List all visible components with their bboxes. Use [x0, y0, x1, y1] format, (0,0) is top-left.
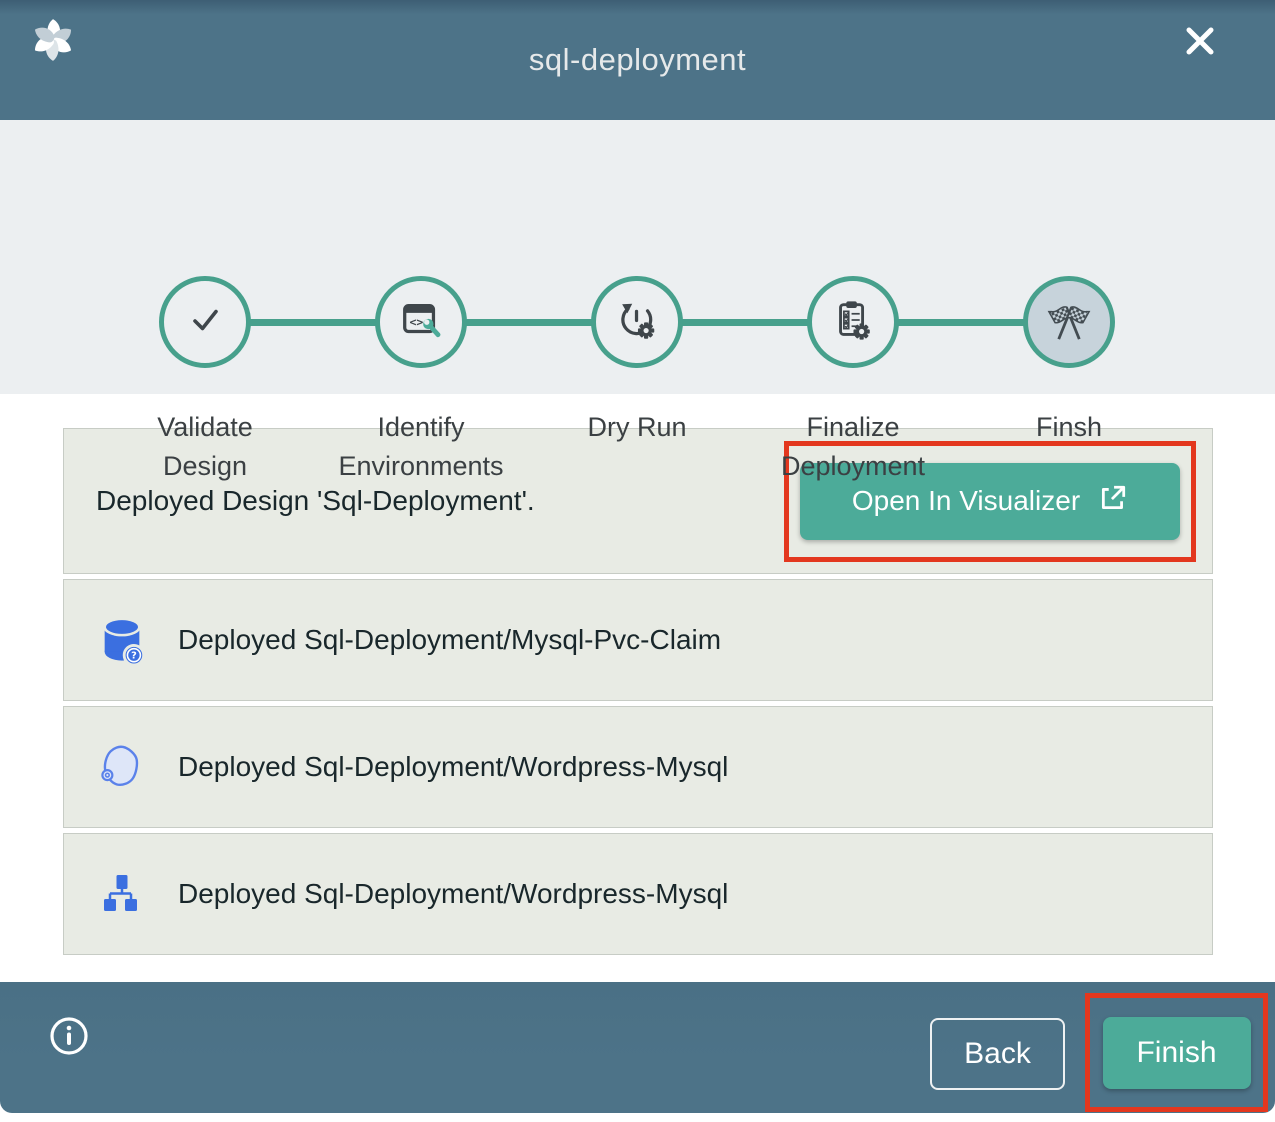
step-label: Identify Environments: [335, 408, 507, 486]
step-finish: Finsh: [961, 276, 1177, 486]
close-button[interactable]: [1177, 18, 1223, 64]
info-icon: [48, 1045, 90, 1060]
step-label: Validate Design: [119, 408, 291, 486]
step-circle: [591, 276, 683, 368]
step-dry-run: Dry Run: [529, 276, 745, 486]
pentagon-icon: [96, 741, 148, 793]
history-gear-icon: [614, 297, 660, 348]
deployment-wizard-modal: sql-deployment Validate Design: [0, 0, 1275, 1113]
tree-icon: [96, 870, 148, 918]
svg-text:?: ?: [131, 651, 137, 662]
step-label: Finsh: [1036, 408, 1102, 447]
step-circle: <>: [375, 276, 467, 368]
modal-title: sql-deployment: [0, 42, 1275, 78]
check-icon: [182, 297, 228, 348]
back-button[interactable]: Back: [930, 1018, 1065, 1090]
deployed-item-row: Deployed Sql-Deployment/Wordpress-Mysql: [63, 706, 1213, 828]
annotation-box-finish: Finish: [1085, 993, 1268, 1112]
deployed-item-text: Deployed Sql-Deployment/Wordpress-Mysql: [178, 751, 728, 783]
checkered-flags-icon: [1043, 294, 1095, 351]
step-finalize-deployment: Finalize Deployment: [745, 276, 961, 486]
clipboard-gear-icon: [830, 297, 876, 348]
svg-text:<>: <>: [410, 314, 424, 328]
finish-button[interactable]: Finish: [1103, 1017, 1251, 1089]
step-circle-active: [1023, 276, 1115, 368]
design-summary-text: Deployed Design 'Sql-Deployment'.: [96, 485, 535, 517]
deployed-item-row: ? Deployed Sql-Deployment/Mysql-Pvc-Clai…: [63, 579, 1213, 701]
deployed-item-text: Deployed Sql-Deployment/Mysql-Pvc-Claim: [178, 624, 721, 656]
step-validate-design: Validate Design: [97, 276, 313, 486]
step-circle: [807, 276, 899, 368]
step-label: Finalize Deployment: [767, 408, 939, 486]
external-link-icon: [1098, 483, 1128, 520]
step-label: Dry Run: [587, 408, 686, 447]
modal-footer: Back Finish: [0, 982, 1275, 1113]
modal-header: sql-deployment: [0, 0, 1275, 120]
open-in-visualizer-label: Open In Visualizer: [852, 485, 1080, 517]
close-icon: [1177, 52, 1223, 67]
wizard-stepper: Validate Design <>: [0, 120, 1275, 394]
code-wrench-icon: <>: [398, 297, 444, 348]
step-circle: [159, 276, 251, 368]
deployed-item-text: Deployed Sql-Deployment/Wordpress-Mysql: [178, 878, 728, 910]
database-icon: ?: [96, 614, 148, 666]
step-identify-environments: <> Identify Environments: [313, 276, 529, 486]
deployed-item-row: Deployed Sql-Deployment/Wordpress-Mysql: [63, 833, 1213, 955]
info-button[interactable]: [48, 1015, 90, 1057]
